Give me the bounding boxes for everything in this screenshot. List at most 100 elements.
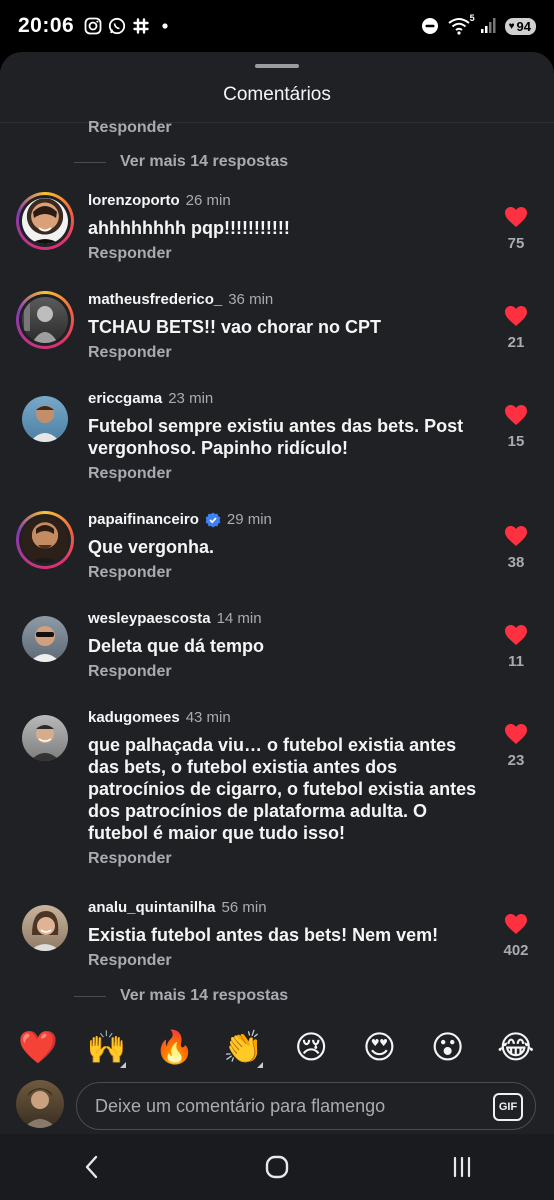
- avatar[interactable]: [16, 390, 74, 448]
- skin-tone-indicator: [256, 1062, 263, 1068]
- like-count: 402: [503, 942, 529, 959]
- comment-time: 36 min: [228, 291, 274, 308]
- home-circle-icon: [265, 1155, 289, 1179]
- reaction-crying[interactable]: 😢: [287, 1028, 335, 1066]
- like-heart-icon[interactable]: [504, 624, 528, 646]
- sheet-title: Comentários: [223, 84, 331, 105]
- username[interactable]: papaifinanceiro: [88, 511, 199, 528]
- current-user-avatar: [16, 1080, 64, 1128]
- view-more-replies-top[interactable]: Ver mais 14 respostas: [74, 153, 288, 171]
- comment-time: 14 min: [216, 610, 262, 627]
- battery-indicator: ♥ 94: [504, 17, 536, 35]
- reply-button-partial[interactable]: Responder: [88, 119, 172, 137]
- system-navigation-bar: [0, 1134, 554, 1200]
- comment-input-placeholder: Deixe um comentário para flamengo: [95, 1095, 386, 1116]
- comment-text: Que vergonha.: [88, 537, 215, 557]
- comment-text: que palhaçada viu… o futebol existia ant…: [88, 735, 477, 843]
- comment-composer: Deixe um comentário para flamengo GIF: [0, 1076, 554, 1134]
- avatar[interactable]: [16, 291, 74, 349]
- username[interactable]: kadugomees: [88, 709, 180, 726]
- reaction-raised-hands-glyph: 🙌: [86, 1029, 127, 1065]
- more-replies-line: [74, 995, 106, 997]
- comment-time: 43 min: [185, 709, 231, 726]
- verified-badge-icon: [205, 512, 221, 527]
- avatar[interactable]: [16, 899, 74, 957]
- comment-text: Futebol sempre existiu antes das bets. P…: [88, 416, 464, 458]
- comment-time: 23 min: [168, 390, 214, 407]
- wifi-badge: 5: [469, 13, 475, 23]
- avatar[interactable]: [16, 610, 74, 668]
- reaction-heart-eyes[interactable]: 😍: [355, 1028, 403, 1066]
- reaction-laughing[interactable]: 😂: [492, 1028, 540, 1066]
- reply-button[interactable]: Responder: [88, 850, 172, 868]
- username[interactable]: ericcgama: [88, 390, 162, 407]
- like-count: 11: [508, 653, 524, 670]
- like-count: 21: [507, 334, 525, 351]
- reply-button[interactable]: Responder: [88, 344, 172, 362]
- reaction-clap[interactable]: 👏: [219, 1028, 267, 1068]
- divider: [0, 122, 554, 123]
- comment-time: 56 min: [221, 899, 267, 916]
- reaction-raised-hands[interactable]: 🙌: [82, 1028, 130, 1068]
- reply-button[interactable]: Responder: [88, 245, 172, 263]
- status-notification-icons: [84, 17, 174, 35]
- avatar[interactable]: [16, 192, 74, 250]
- comment-text: ahhhhhhhh pqp!!!!!!!!!!!: [88, 218, 290, 238]
- more-replies-label: Ver mais 14 respostas: [120, 153, 289, 170]
- skin-tone-indicator: [120, 1062, 127, 1068]
- recent-apps-icon: [453, 1156, 470, 1178]
- comment-input[interactable]: Deixe um comentário para flamengo GIF: [76, 1082, 536, 1130]
- like-heart-icon[interactable]: [504, 404, 528, 426]
- username[interactable]: wesleypaescosta: [88, 610, 211, 627]
- like-heart-icon[interactable]: [504, 723, 528, 745]
- comment-text: TCHAU BETS!! vao chorar no CPT: [88, 317, 382, 337]
- battery-heart-icon: ♥: [508, 20, 515, 32]
- reply-button[interactable]: Responder: [88, 952, 172, 970]
- comment-time: 29 min: [226, 511, 272, 528]
- like-count: 75: [507, 235, 525, 252]
- reply-button[interactable]: Responder: [88, 465, 172, 483]
- more-replies-line: [74, 161, 106, 163]
- recent-apps-button[interactable]: [432, 1142, 492, 1192]
- username[interactable]: matheusfrederico_: [88, 291, 222, 308]
- reply-button[interactable]: Responder: [88, 564, 172, 582]
- reaction-clap-glyph: 👏: [222, 1029, 263, 1065]
- comment-time: 26 min: [185, 192, 231, 209]
- comment-text: Deleta que dá tempo: [88, 636, 265, 656]
- like-count: 15: [507, 433, 525, 450]
- like-heart-icon[interactable]: [504, 913, 528, 935]
- username[interactable]: analu_quintanilha: [88, 899, 216, 916]
- home-button[interactable]: [247, 1142, 307, 1192]
- signal-icon: [479, 17, 497, 35]
- like-count: 38: [507, 554, 525, 571]
- comment-text: Existia futebol antes das bets! Nem vem!: [88, 925, 439, 945]
- avatar[interactable]: [16, 511, 74, 569]
- quick-reactions-bar: ❤️ 🙌 🔥 👏 😢 😍 😮 😂: [0, 1022, 554, 1072]
- avatar[interactable]: [16, 709, 74, 767]
- like-count: 23: [507, 752, 525, 769]
- battery-level: 94: [516, 18, 531, 34]
- reaction-heart[interactable]: ❤️: [14, 1028, 62, 1066]
- do-not-disturb-icon: [421, 17, 439, 35]
- gif-button[interactable]: GIF: [493, 1093, 523, 1121]
- more-notifications-dot-icon: [156, 17, 174, 35]
- whatsapp-icon: [108, 17, 126, 35]
- reaction-fire[interactable]: 🔥: [151, 1028, 199, 1066]
- reply-button[interactable]: Responder: [88, 663, 172, 681]
- view-more-replies-bottom[interactable]: Ver mais 14 respostas: [74, 987, 288, 1005]
- reaction-surprised[interactable]: 😮: [424, 1028, 472, 1066]
- username[interactable]: lorenzoporto: [88, 192, 180, 209]
- drag-handle[interactable]: [255, 64, 299, 68]
- wifi-icon: 5: [447, 13, 475, 35]
- like-heart-icon[interactable]: [504, 525, 528, 547]
- more-replies-label: Ver mais 14 respostas: [120, 987, 289, 1004]
- comments-sheet: Comentários Responder Ver mais 14 respos…: [0, 52, 554, 1134]
- status-time: 20:06: [18, 14, 75, 37]
- like-heart-icon[interactable]: [504, 305, 528, 327]
- back-button[interactable]: [62, 1142, 122, 1192]
- back-chevron-icon: [86, 1155, 98, 1179]
- instagram-icon: [84, 17, 102, 35]
- status-bar: 20:06 5 ♥ 94: [0, 0, 554, 52]
- slack-icon: [132, 17, 150, 35]
- like-heart-icon[interactable]: [504, 206, 528, 228]
